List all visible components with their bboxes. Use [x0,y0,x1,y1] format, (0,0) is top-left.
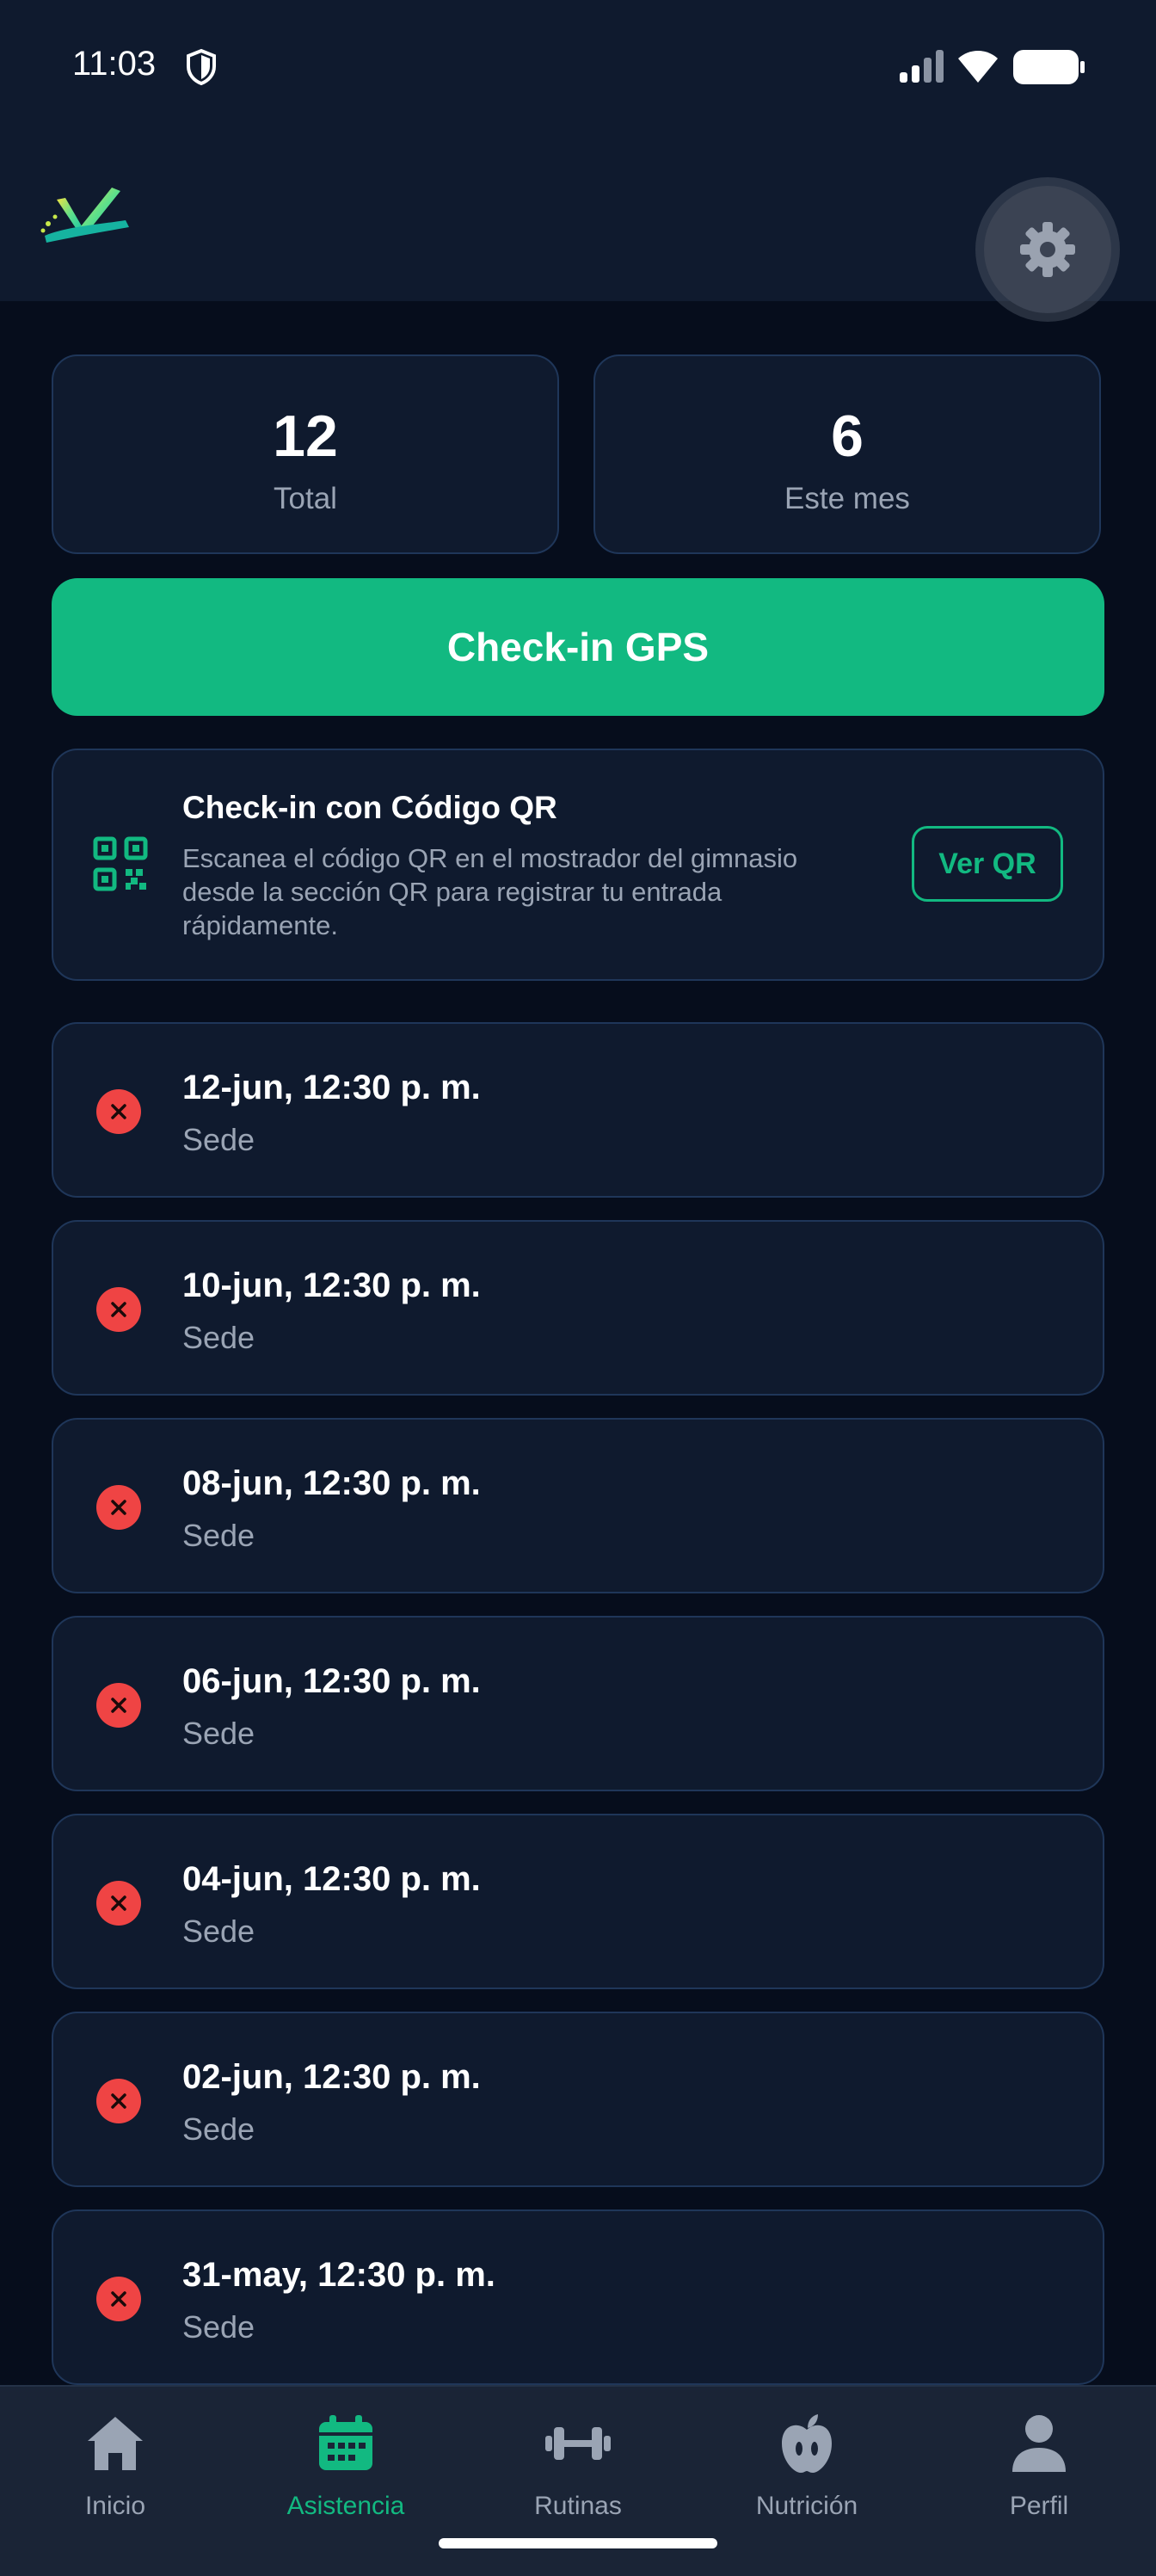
error-x-icon [96,1683,141,1728]
app-header [0,129,1156,313]
nav-label: Rutinas [534,2492,622,2520]
attendance-location: Sede [182,1320,255,1355]
error-x-icon [96,1287,141,1332]
status-time: 11:03 [72,45,157,83]
attendance-location: Sede [182,1716,255,1751]
qr-card-title: Check-in con Código QR [182,790,557,825]
error-x-icon [96,1089,141,1134]
attendance-item[interactable]: 02-jun, 12:30 p. m. Sede [52,2012,1104,2187]
attendance-location: Sede [182,2111,255,2147]
attendance-date: 10-jun, 12:30 p. m. [182,1266,481,1304]
attendance-date: 08-jun, 12:30 p. m. [182,1464,481,1502]
calendar-icon [319,2415,372,2470]
nav-item-rutinas[interactable]: Rutinas [492,2409,664,2538]
attendance-location: Sede [182,1914,255,1949]
stat-label: Total [274,482,337,515]
stat-value: 12 [273,404,338,469]
view-qr-button[interactable]: Ver QR [912,826,1063,902]
attendance-date: 31-may, 12:30 p. m. [182,2256,495,2294]
error-x-icon [96,2079,141,2123]
user-icon [1012,2415,1066,2472]
stat-card-month: 6 Este mes [593,354,1101,554]
stat-card-total: 12 Total [52,354,559,554]
nav-item-asistencia[interactable]: Asistencia [260,2409,432,2538]
nav-label: Perfil [1009,2492,1069,2520]
attendance-date: 12-jun, 12:30 p. m. [182,1069,481,1106]
gear-icon [1020,222,1075,277]
error-x-icon [96,1881,141,1926]
signal-icon [900,50,944,83]
attendance-date: 06-jun, 12:30 p. m. [182,1662,481,1700]
qr-checkin-card: Check-in con Código QR Escanea el código… [52,749,1104,981]
attendance-item[interactable]: 10-jun, 12:30 p. m. Sede [52,1220,1104,1396]
nav-label: Asistencia [286,2492,405,2520]
attendance-date: 04-jun, 12:30 p. m. [182,1860,481,1898]
error-x-icon [96,1485,141,1530]
nav-item-perfil[interactable]: Perfil [953,2409,1125,2538]
stat-label: Este mes [784,482,910,515]
attendance-item[interactable]: 06-jun, 12:30 p. m. Sede [52,1616,1104,1791]
dumbbell-icon [545,2427,611,2460]
attendance-location: Sede [182,1518,255,1553]
apple-icon [782,2414,832,2473]
gps-checkin-button[interactable]: Check-in GPS [52,578,1104,716]
error-x-icon [96,2277,141,2321]
attendance-date: 02-jun, 12:30 p. m. [182,2058,481,2096]
nav-label: Inicio [84,2492,146,2520]
nav-item-nutricion[interactable]: Nutrición [721,2409,893,2538]
attendance-item[interactable]: 12-jun, 12:30 p. m. Sede [52,1022,1104,1198]
qr-code-icon [93,836,148,891]
attendance-item[interactable]: 08-jun, 12:30 p. m. Sede [52,1418,1104,1593]
wifi-icon [958,51,998,83]
attendance-location: Sede [182,2309,255,2345]
attendance-item[interactable]: 31-may, 12:30 p. m. Sede [52,2209,1104,2385]
stat-value: 6 [831,404,864,469]
shield-icon [187,48,216,86]
attendance-item[interactable]: 04-jun, 12:30 p. m. Sede [52,1814,1104,1989]
qr-card-description: Escanea el código QR en el mostrador del… [182,843,798,940]
app-logo [40,188,129,243]
settings-button[interactable] [984,186,1111,313]
battery-icon [1013,50,1085,84]
home-icon [88,2417,143,2470]
home-indicator[interactable] [439,2538,717,2548]
nav-item-inicio[interactable]: Inicio [29,2409,201,2538]
status-bar: 11:03 [0,0,1156,129]
nav-label: Nutrición [755,2492,858,2520]
attendance-location: Sede [182,1122,255,1157]
